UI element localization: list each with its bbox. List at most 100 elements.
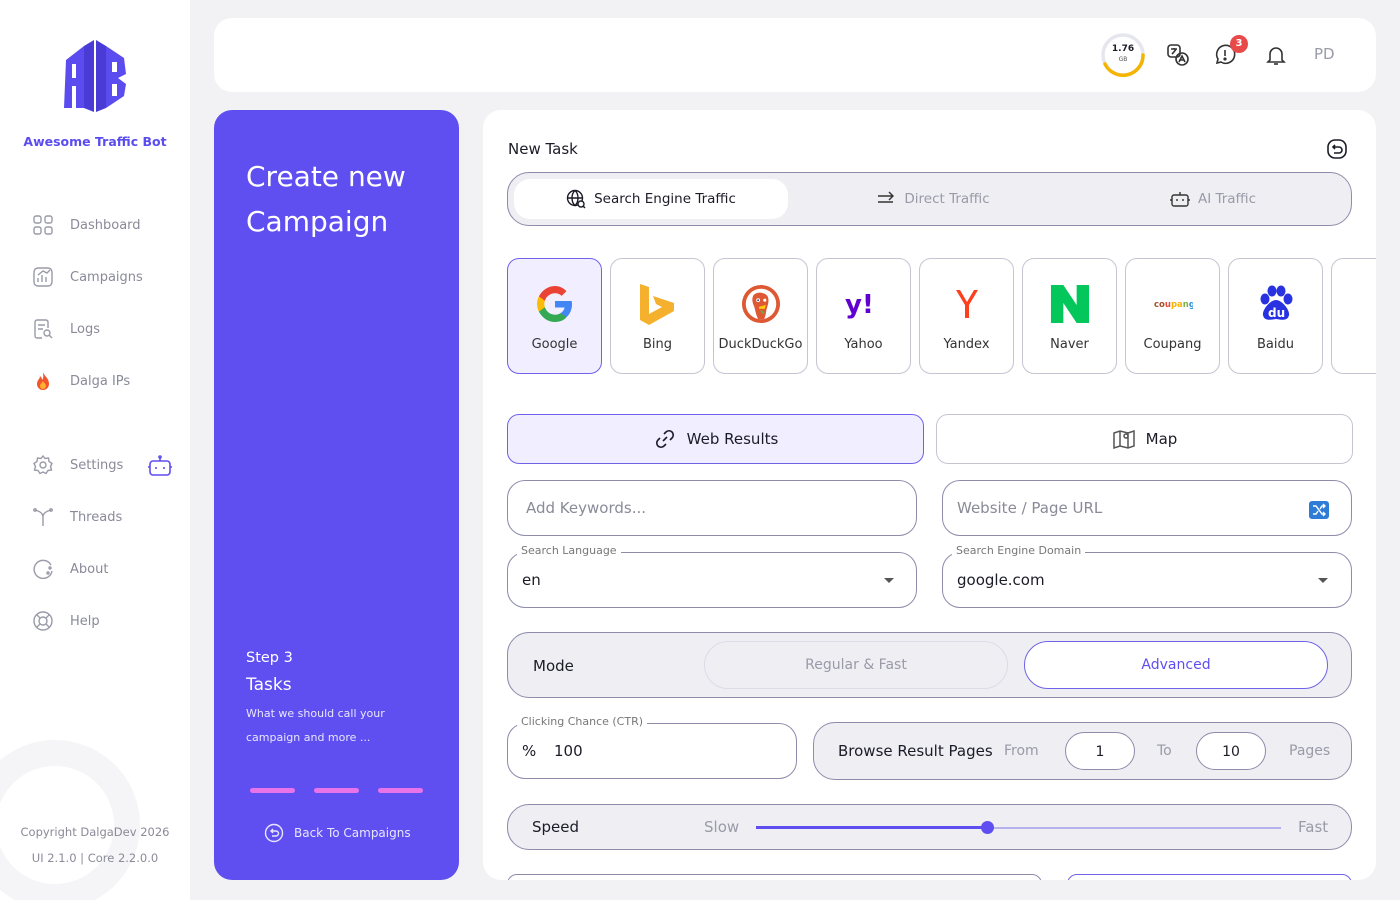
engine-duckduckgo[interactable]: DuckDuckGo: [713, 258, 808, 374]
step-title: Tasks: [246, 675, 292, 695]
task-title: New Task: [508, 140, 578, 158]
panel-title: Create new Campaign: [246, 160, 406, 238]
engine-name: Yahoo: [844, 337, 883, 352]
about-icon: [32, 558, 54, 580]
naver-logo-icon: [1050, 281, 1090, 327]
web-results-button[interactable]: Web Results: [507, 414, 924, 464]
engine-bing[interactable]: Bing: [610, 258, 705, 374]
step-number: Step 3: [246, 650, 293, 666]
chevron-down-icon: [1318, 578, 1328, 583]
speed-control: Speed Slow Fast: [507, 804, 1352, 850]
engine-coupang[interactable]: coupang Coupang: [1125, 258, 1220, 374]
step-indicator-2: [314, 788, 359, 793]
coupang-logo-icon: coupang: [1153, 281, 1193, 327]
logs-icon: [32, 318, 54, 340]
search-language-value: en: [522, 571, 541, 589]
sidebar-item-dalga-ips[interactable]: Dalga IPs: [32, 369, 130, 393]
back-icon: [264, 823, 284, 843]
sidebar-item-settings[interactable]: Settings: [32, 453, 123, 477]
engine-yandex[interactable]: Yandex: [919, 258, 1014, 374]
user-avatar[interactable]: PD: [1314, 45, 1335, 63]
sidebar-item-about[interactable]: About: [32, 557, 108, 581]
tab-search-engine-traffic[interactable]: Search Engine Traffic: [514, 179, 788, 219]
engine-google[interactable]: Google: [507, 258, 602, 374]
svg-text:du: du: [1268, 306, 1285, 320]
mode-label: Mode: [533, 657, 574, 675]
keywords-field[interactable]: [507, 480, 917, 536]
engine-name: Coupang: [1143, 337, 1202, 352]
back-to-campaigns-button[interactable]: Back To Campaigns: [264, 823, 411, 843]
engine-name: Bing: [642, 337, 673, 352]
gear-icon: [32, 454, 54, 476]
next-field-left[interactable]: [507, 874, 1042, 880]
data-usage-gauge[interactable]: [1100, 32, 1146, 78]
app-logo: [64, 40, 126, 112]
sidebar-item-logs[interactable]: Logs: [32, 317, 100, 341]
url-input[interactable]: [957, 481, 1301, 535]
pages-label: Pages: [1289, 743, 1331, 759]
ctr-field[interactable]: % 100: [507, 723, 797, 779]
sidebar: Awesome Traffic Bot Dashboard Campaigns …: [0, 0, 190, 900]
search-language-label: Search Language: [517, 544, 621, 557]
tab-direct-traffic[interactable]: Direct Traffic: [798, 179, 1068, 219]
engine-name: DuckDuckGo: [718, 337, 803, 352]
speed-slider-thumb[interactable]: [980, 821, 994, 834]
ctr-value[interactable]: 100: [554, 742, 583, 760]
data-usage-value: 1.76: [1111, 44, 1135, 54]
arrows-right-icon: [878, 191, 895, 203]
lifebuoy-icon: [32, 610, 54, 632]
sidebar-item-label: Settings: [70, 457, 124, 473]
traffic-type-tabs: Search Engine Traffic Direct Traffic AI …: [507, 172, 1352, 226]
from-page-input[interactable]: 1: [1065, 732, 1135, 770]
threads-icon: [32, 506, 54, 528]
campaign-panel: Create new Campaign Step 3 Tasks What we…: [214, 110, 459, 880]
baidu-logo-icon: du: [1256, 281, 1296, 327]
sidebar-item-campaigns[interactable]: Campaigns: [32, 265, 143, 289]
browse-label: Browse Result Pages: [838, 742, 993, 760]
engine-yahoo[interactable]: y! Yahoo: [816, 258, 911, 374]
url-field[interactable]: [942, 480, 1352, 536]
mode-regular-fast-button[interactable]: Regular & Fast: [704, 641, 1008, 689]
sidebar-item-label: About: [70, 561, 109, 577]
sidebar-item-help[interactable]: Help: [32, 609, 100, 633]
sidebar-item-dashboard[interactable]: Dashboard: [32, 213, 141, 237]
engine-baidu[interactable]: du Baidu: [1228, 258, 1323, 374]
keywords-input[interactable]: [526, 481, 898, 535]
back-label: Back To Campaigns: [294, 826, 411, 840]
engine-name: Yandex: [943, 337, 990, 352]
engine-name: Baidu: [1257, 337, 1294, 352]
undo-icon[interactable]: [1326, 138, 1348, 160]
search-domain-select[interactable]: google.com: [942, 552, 1352, 608]
brand-name: Awesome Traffic Bot: [23, 134, 167, 149]
link-icon: [655, 429, 674, 449]
map-icon: [1112, 429, 1135, 450]
sidebar-item-threads[interactable]: Threads: [32, 505, 122, 529]
to-page-input[interactable]: 10: [1196, 732, 1266, 770]
mode-advanced-button[interactable]: Advanced: [1024, 641, 1328, 689]
yandex-logo-icon: [947, 281, 987, 327]
translate-icon[interactable]: [1166, 43, 1190, 67]
tab-label: Direct Traffic: [904, 191, 990, 207]
engine-more[interactable]: [1331, 258, 1376, 374]
engine-naver[interactable]: Naver: [1022, 258, 1117, 374]
tab-ai-traffic[interactable]: AI Traffic: [1078, 179, 1348, 219]
sidebar-item-label: Logs: [70, 321, 100, 337]
next-field-right[interactable]: [1067, 874, 1352, 880]
bell-icon[interactable]: [1264, 43, 1288, 67]
step-indicator-3: [378, 788, 423, 793]
tab-label: Search Engine Traffic: [594, 191, 736, 207]
search-language-select[interactable]: en: [507, 552, 917, 608]
decorative-circle: [0, 740, 140, 900]
speed-track-fill: [756, 826, 987, 829]
sidebar-item-label: Dalga IPs: [70, 373, 131, 389]
map-label: Map: [1145, 430, 1178, 448]
map-button[interactable]: Map: [936, 414, 1353, 464]
shuffle-icon[interactable]: [1309, 501, 1329, 519]
mode-selector: Mode Regular & Fast Advanced: [507, 632, 1352, 698]
from-label: From: [1004, 743, 1039, 759]
step-indicator-1: [250, 788, 295, 793]
search-domain-label: Search Engine Domain: [952, 544, 1086, 557]
dashboard-icon: [32, 214, 54, 236]
robot-icon[interactable]: [148, 455, 172, 477]
speed-fast-label: Fast: [1298, 818, 1329, 836]
